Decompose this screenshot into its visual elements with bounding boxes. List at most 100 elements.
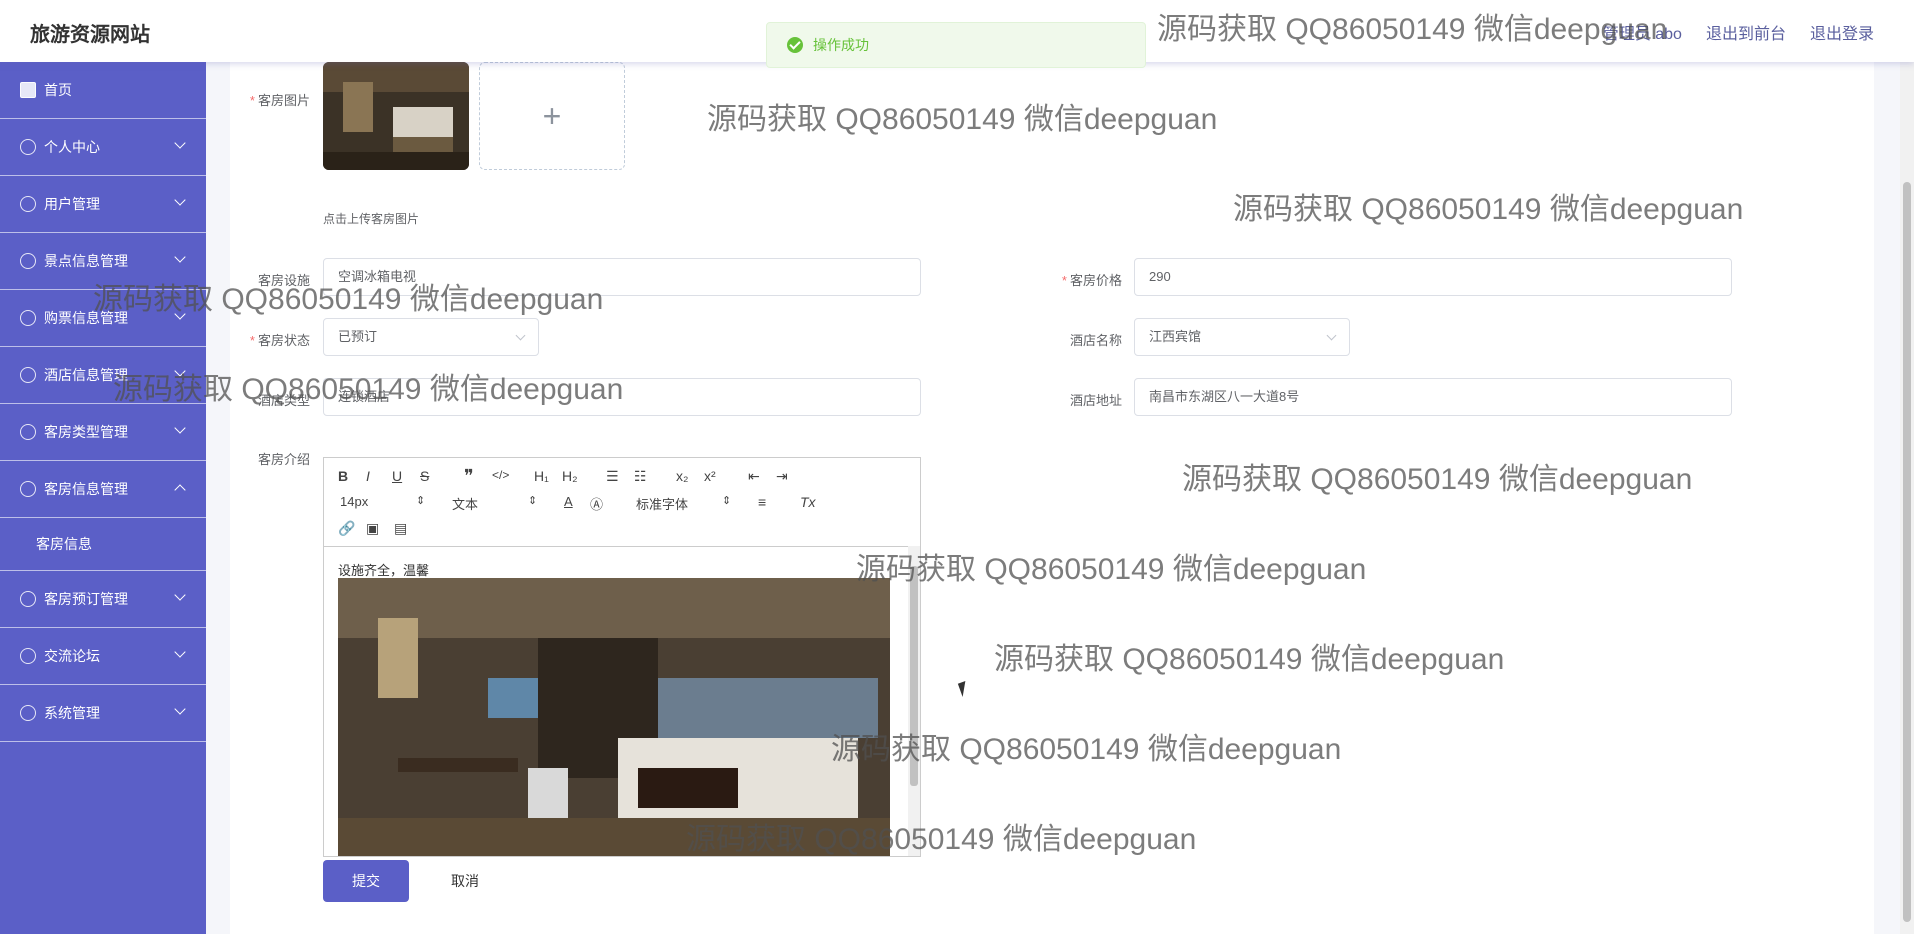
site-title: 旅游资源网站 — [30, 24, 150, 46]
facilities-label: 客房设施 — [257, 273, 310, 288]
chevron-down-icon — [515, 330, 526, 341]
label-text: 客房图片 — [257, 93, 310, 108]
sidebar-item-forum[interactable]: 交流论坛 — [0, 628, 206, 685]
ordered-list-icon[interactable]: ☰ — [606, 468, 619, 485]
submit-button[interactable]: 提交 — [323, 860, 409, 902]
quote-icon[interactable]: ❞ — [464, 466, 474, 487]
editor-text: 设施齐全，温馨 — [338, 563, 430, 578]
chevron-down-icon — [174, 646, 186, 658]
sidebar-item-users[interactable]: 用户管理 — [0, 176, 206, 233]
label-text: 客房价格 — [1069, 273, 1122, 288]
header-actions: 管理员 abo 退出到前台 退出登录 — [1603, 20, 1874, 44]
hotel-address-input[interactable]: 南昌市东湖区八一大道8号 — [1134, 378, 1732, 416]
font-family-select[interactable]: 标准字体 — [636, 494, 688, 513]
label-text: 客房状态 — [257, 333, 310, 348]
chevron-down-icon — [174, 703, 186, 715]
copy-icon — [20, 648, 36, 664]
sidebar-item-label: 客房信息管理 — [44, 481, 128, 497]
sidebar-item-room-types[interactable]: 客房类型管理 — [0, 404, 206, 461]
sidebar-item-label: 个人中心 — [44, 139, 100, 155]
editor-scrollbar[interactable] — [908, 546, 920, 856]
heading2-icon[interactable]: H₂ — [562, 468, 578, 484]
sidebar-item-label: 系统管理 — [44, 705, 100, 721]
room-thumbnail-image — [323, 62, 469, 170]
sidebar-item-system[interactable]: 系统管理 — [0, 685, 206, 742]
hotel-name-select[interactable]: 江西宾馆 — [1134, 318, 1350, 356]
price-label: * 客房价格 — [1042, 270, 1122, 289]
status-select[interactable]: 已预订 — [323, 318, 539, 356]
video-icon[interactable]: ▤ — [394, 520, 407, 537]
sidebar: 首页 个人中心 用户管理 景点信息管理 购票信息管理 酒店信息管理 客房类型管理… — [0, 62, 206, 934]
logout-link[interactable]: 退出登录 — [1810, 20, 1874, 44]
user-icon — [20, 139, 36, 155]
scrollbar-thumb[interactable] — [1903, 182, 1911, 922]
font-size-select[interactable]: 14px — [340, 494, 368, 509]
select-arrows-icon: ⇕ — [528, 495, 538, 507]
plane-icon — [20, 253, 36, 269]
sidebar-item-tickets[interactable]: 购票信息管理 — [0, 290, 206, 347]
intro-label: 客房介绍 — [257, 452, 310, 467]
crop-icon — [20, 424, 36, 440]
chevron-down-icon — [174, 589, 186, 601]
align-icon[interactable]: ≡ — [758, 494, 766, 510]
cancel-button[interactable]: 取消 — [432, 860, 498, 902]
sidebar-item-hotels[interactable]: 酒店信息管理 — [0, 347, 206, 404]
id-card-icon — [20, 196, 36, 212]
image-icon[interactable]: ▣ — [366, 520, 379, 537]
clear-format-icon[interactable]: Tx — [800, 494, 816, 510]
superscript-icon[interactable]: x² — [704, 468, 716, 484]
toast-message: 操作成功 — [813, 37, 869, 53]
sidebar-item-profile[interactable]: 个人中心 — [0, 119, 206, 176]
sidebar-item-label: 客房类型管理 — [44, 424, 128, 440]
hotel-address-label: 酒店地址 — [1069, 393, 1122, 408]
subscript-icon[interactable]: x₂ — [676, 468, 688, 484]
background-color-icon[interactable]: Ⓐ — [590, 494, 603, 513]
sidebar-item-home[interactable]: 首页 — [0, 62, 206, 119]
upload-image-button[interactable]: + — [479, 62, 625, 170]
plus-icon: + — [542, 97, 562, 134]
hotel-name-value: 江西宾馆 — [1149, 329, 1202, 344]
globe-icon — [20, 705, 36, 721]
sidebar-subitem-room-info[interactable]: 客房信息 — [0, 518, 206, 571]
outdent-icon[interactable]: ⇤ — [748, 468, 760, 485]
room-thumbnail[interactable] — [323, 62, 469, 170]
status-value: 已预订 — [338, 329, 378, 344]
user-icon — [20, 481, 36, 497]
required-mark: * — [1061, 273, 1067, 288]
upload-hint: 点击上传客房图片 — [323, 212, 420, 226]
editor-content[interactable]: 设施齐全，温馨 — [324, 546, 920, 856]
link-icon[interactable]: 🔗 — [338, 520, 355, 537]
heading1-icon[interactable]: H₁ — [534, 468, 549, 484]
sidebar-item-label: 首页 — [44, 82, 72, 98]
rich-text-editor[interactable]: B I U S ❞ </> H₁ H₂ ☰ ☷ x₂ x² ⇤ ⇥ 14px ⇕… — [323, 457, 921, 857]
code-icon[interactable]: </> — [492, 468, 509, 482]
hotel-type-input[interactable]: 连锁酒店 — [323, 378, 921, 416]
chevron-down-icon — [174, 308, 186, 320]
bell-icon — [20, 367, 36, 383]
sidebar-item-rooms[interactable]: 客房信息管理 — [0, 461, 206, 518]
sidebar-item-attractions[interactable]: 景点信息管理 — [0, 233, 206, 290]
underline-icon[interactable]: U — [392, 468, 402, 484]
bullet-list-icon[interactable]: ☷ — [634, 468, 647, 485]
indent-icon[interactable]: ⇥ — [776, 468, 788, 485]
editor-scrollbar-thumb[interactable] — [910, 566, 918, 786]
text-type-select[interactable]: 文本 — [452, 494, 478, 513]
bold-icon[interactable]: B — [338, 468, 348, 484]
price-input[interactable]: 290 — [1134, 258, 1732, 296]
to-front-link[interactable]: 退出到前台 — [1706, 20, 1786, 44]
chevron-down-icon — [1326, 330, 1337, 341]
status-label: * 客房状态 — [230, 330, 310, 349]
facilities-input[interactable]: 空调冰箱电视 — [323, 258, 921, 296]
page-scrollbar[interactable] — [1900, 62, 1914, 934]
hotel-name-label: 酒店名称 — [1069, 333, 1122, 348]
italic-icon[interactable]: I — [366, 468, 370, 484]
chevron-down-icon — [174, 194, 186, 206]
palette-icon — [20, 591, 36, 607]
chevron-down-icon — [174, 251, 186, 263]
chevron-up-icon — [174, 484, 186, 496]
sidebar-item-bookings[interactable]: 客房预订管理 — [0, 571, 206, 628]
font-color-icon[interactable]: A — [564, 494, 573, 509]
room-image-label: * 客房图片 — [230, 90, 310, 109]
strike-icon[interactable]: S — [420, 468, 429, 484]
editor-toolbar: B I U S ❞ </> H₁ H₂ ☰ ☷ x₂ x² ⇤ ⇥ 14px ⇕… — [324, 458, 920, 547]
